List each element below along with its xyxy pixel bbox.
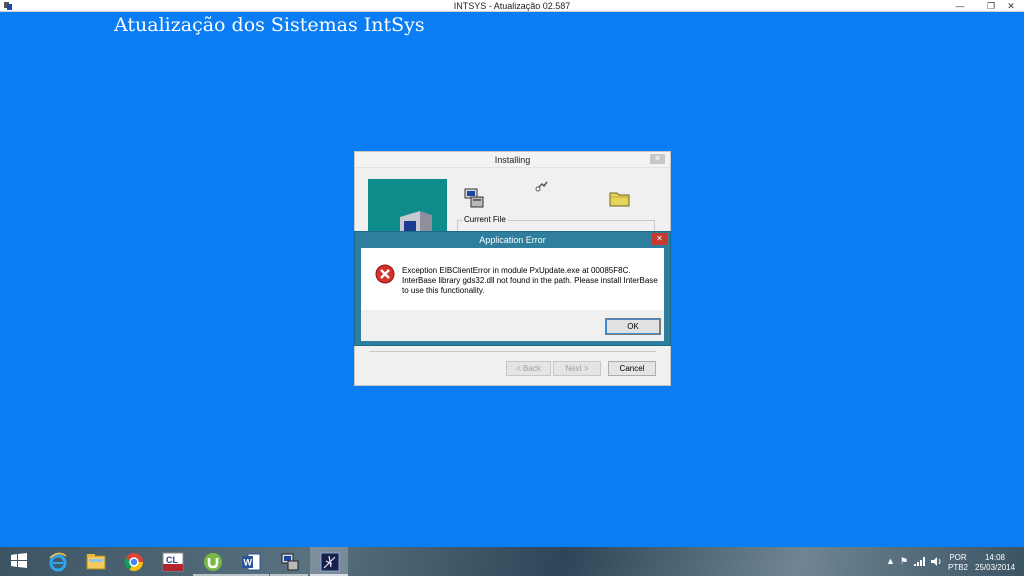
divider (369, 351, 656, 352)
minimize-button[interactable]: — (950, 0, 970, 12)
taskbar-splash-app[interactable] (310, 547, 348, 576)
error-message-area: Exception EIBClientError in module PxUpd… (361, 248, 664, 310)
language-code: POR (949, 553, 967, 562)
keyboard-layout: PTB2 (948, 563, 969, 572)
svg-text:W: W (244, 558, 253, 568)
splash-app-icon (320, 552, 340, 572)
file-explorer-icon (86, 554, 106, 570)
error-icon (375, 264, 395, 284)
network-signal-icon[interactable] (914, 557, 926, 566)
window-title: INTSYS - Atualização 02.587 (453, 1, 571, 11)
cancel-button[interactable]: Cancel (608, 361, 656, 376)
next-button[interactable]: Next > (553, 361, 601, 376)
setup-banner (368, 179, 447, 239)
error-message-line-1: Exception EIBClientError in module PxUpd… (402, 266, 631, 275)
error-message-line-2: InterBase library gds32.dll not found in… (402, 276, 658, 285)
close-button[interactable]: ✕ (998, 0, 1024, 12)
folder-icon (609, 192, 630, 207)
windows-start-icon (11, 553, 27, 568)
word-icon: W (242, 553, 261, 571)
taskbar-utorrent[interactable] (193, 547, 231, 576)
clock-date: 25/03/2014 (975, 563, 1016, 572)
ok-button[interactable]: OK (605, 318, 661, 335)
error-dialog-title: Application Error (479, 235, 546, 245)
taskbar-internet-explorer[interactable] (38, 547, 76, 576)
taskbar-chrome[interactable] (114, 547, 152, 576)
clock-time: 14:08 (984, 553, 1006, 562)
error-message-line-3: to use this functionality. (402, 286, 485, 295)
cl-app-icon: CL (162, 552, 184, 572)
error-dialog-footer: OK (361, 310, 664, 341)
system-clock[interactable]: 14:08 25/03/2014 (975, 553, 1015, 573)
input-language[interactable]: POR PTB2 (948, 553, 968, 573)
installing-dialog-title: Installing (355, 152, 670, 168)
error-close-button[interactable]: ✕ (652, 233, 667, 245)
back-button[interactable]: < Back (506, 361, 551, 376)
taskbar-word[interactable]: W (231, 547, 269, 576)
taskbar: CL W ▲ ⚑ POR PTB2 14:08 25/03/2014 (0, 547, 1024, 576)
error-message: Exception EIBClientError in module PxUpd… (402, 266, 660, 296)
application-error-dialog: Application Error ✕ Exception EIBClientE… (354, 231, 671, 346)
taskbar-installer[interactable] (270, 547, 308, 576)
window-titlebar: INTSYS - Atualização 02.587 — ❐ ✕ (0, 0, 1024, 12)
current-file-label: Current File (462, 215, 508, 224)
chrome-icon (124, 553, 143, 572)
taskbar-cl-app[interactable]: CL (152, 547, 190, 576)
internet-explorer-icon (49, 552, 67, 572)
utorrent-icon (204, 553, 222, 571)
show-hidden-icons-chevron[interactable]: ▲ (886, 556, 895, 566)
taskbar-file-explorer[interactable] (76, 547, 114, 576)
transfer-icon (535, 181, 548, 192)
installer-icon (281, 553, 299, 571)
start-button[interactable] (0, 547, 38, 576)
installing-close-button[interactable]: ✕ (650, 154, 665, 164)
action-center-flag-icon[interactable]: ⚑ (900, 556, 908, 567)
page-title: Atualização dos Sistemas IntSys (114, 14, 425, 36)
computer-setup-icon (464, 188, 484, 208)
svg-text:CL: CL (166, 555, 178, 565)
volume-icon[interactable] (931, 557, 943, 566)
